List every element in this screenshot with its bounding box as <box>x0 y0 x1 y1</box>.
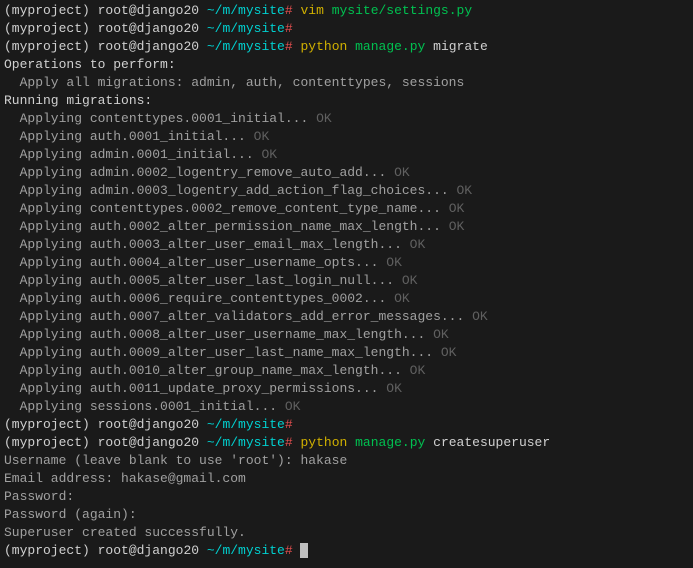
output-line: Password: <box>4 488 689 506</box>
prompt-line: (myproject) root@django20 ~/m/mysite# py… <box>4 434 689 452</box>
migration-line: Applying sessions.0001_initial... OK <box>4 398 689 416</box>
migration-line: Applying auth.0009_alter_user_last_name_… <box>4 344 689 362</box>
command-text: python <box>300 39 347 54</box>
prompt-line: (myproject) root@django20 ~/m/mysite# py… <box>4 38 689 56</box>
command-arg: migrate <box>433 39 488 54</box>
prompt-line: (myproject) root@django20 ~/m/mysite# vi… <box>4 2 689 20</box>
migration-line: Applying auth.0001_initial... OK <box>4 128 689 146</box>
migration-line: Applying contenttypes.0002_remove_conten… <box>4 200 689 218</box>
output-line: Running migrations: <box>4 92 689 110</box>
migration-line: Applying auth.0004_alter_user_username_o… <box>4 254 689 272</box>
migration-line: Applying auth.0003_alter_user_email_max_… <box>4 236 689 254</box>
command-arg: manage.py <box>355 39 425 54</box>
terminal-output: (myproject) root@django20 ~/m/mysite# vi… <box>4 2 689 560</box>
migration-line: Applying auth.0008_alter_user_username_m… <box>4 326 689 344</box>
output-line: Password (again): <box>4 506 689 524</box>
output-line: Username (leave blank to use 'root'): ha… <box>4 452 689 470</box>
output-line: Operations to perform: <box>4 56 689 74</box>
cursor-icon <box>300 543 308 558</box>
migration-line: Applying admin.0001_initial... OK <box>4 146 689 164</box>
prompt-line-active[interactable]: (myproject) root@django20 ~/m/mysite# <box>4 542 689 560</box>
output-line: Superuser created successfully. <box>4 524 689 542</box>
migration-line: Applying auth.0010_alter_group_name_max_… <box>4 362 689 380</box>
command-arg: createsuperuser <box>433 435 550 450</box>
output-line: Apply all migrations: admin, auth, conte… <box>4 74 689 92</box>
command-text: python <box>300 435 347 450</box>
prompt-line: (myproject) root@django20 ~/m/mysite# <box>4 20 689 38</box>
command-arg: manage.py <box>355 435 425 450</box>
command-text: vim <box>300 3 323 18</box>
command-arg: mysite/settings.py <box>332 3 472 18</box>
migration-line: Applying auth.0006_require_contenttypes_… <box>4 290 689 308</box>
migration-line: Applying auth.0011_update_proxy_permissi… <box>4 380 689 398</box>
migration-line: Applying contenttypes.0001_initial... OK <box>4 110 689 128</box>
migration-line: Applying auth.0005_alter_user_last_login… <box>4 272 689 290</box>
output-line: Email address: hakase@gmail.com <box>4 470 689 488</box>
migration-line: Applying auth.0002_alter_permission_name… <box>4 218 689 236</box>
migration-line: Applying admin.0002_logentry_remove_auto… <box>4 164 689 182</box>
migration-line: Applying auth.0007_alter_validators_add_… <box>4 308 689 326</box>
prompt-line: (myproject) root@django20 ~/m/mysite# <box>4 416 689 434</box>
migration-line: Applying admin.0003_logentry_add_action_… <box>4 182 689 200</box>
